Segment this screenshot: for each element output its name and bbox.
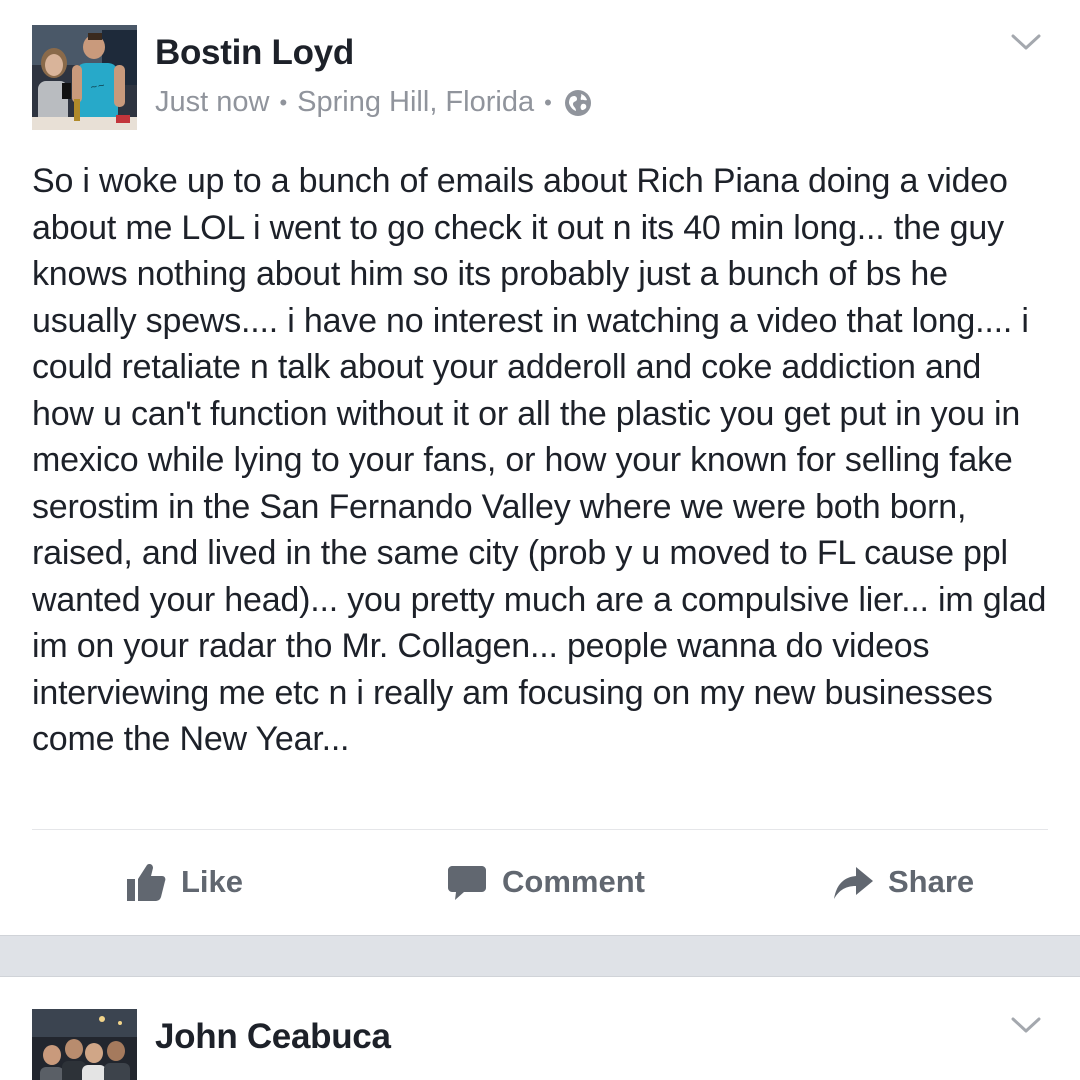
thumbs-up-icon: [127, 864, 166, 901]
feed-post: ~~ Bostin Loyd Just now • Spring Hill, F…: [0, 0, 1080, 935]
avatar-photo: [32, 1009, 137, 1080]
like-button[interactable]: Like: [125, 852, 243, 912]
action-divider: [32, 829, 1048, 830]
author-avatar[interactable]: [32, 1009, 137, 1080]
post-text: So i woke up to a bunch of emails about …: [32, 162, 1047, 758]
comment-button[interactable]: Comment: [446, 852, 645, 912]
post-location[interactable]: Spring Hill, Florida: [297, 86, 534, 119]
feed-separator: [0, 935, 1080, 977]
author-name[interactable]: Bostin Loyd: [155, 33, 354, 73]
chevron-down-icon[interactable]: [1010, 1015, 1042, 1035]
author-name[interactable]: John Ceabuca: [155, 1017, 391, 1057]
meta-separator: •: [279, 89, 288, 115]
globe-icon[interactable]: [564, 89, 592, 117]
share-arrow-icon: [834, 867, 873, 899]
author-avatar[interactable]: ~~: [32, 25, 137, 130]
chevron-down-icon[interactable]: [1010, 32, 1042, 52]
feed-post: John Ceabuca: [0, 977, 1080, 1080]
comment-label: Comment: [502, 864, 645, 899]
share-button[interactable]: Share: [832, 852, 974, 912]
share-label: Share: [888, 864, 975, 899]
post-meta: Just now • Spring Hill, Florida •: [155, 86, 592, 119]
comment-icon: [448, 866, 486, 900]
avatar-photo: ~~: [32, 25, 137, 130]
meta-separator: •: [544, 89, 552, 115]
like-label: Like: [181, 864, 244, 899]
post-timestamp[interactable]: Just now: [155, 86, 269, 119]
